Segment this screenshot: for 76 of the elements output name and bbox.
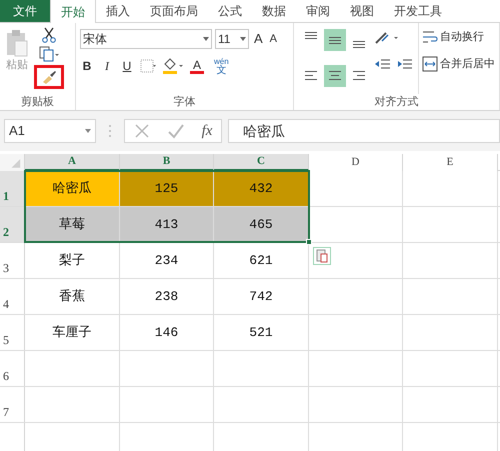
- table-cell: 146: [120, 315, 214, 350]
- wrap-text-button[interactable]: 自动换行: [422, 29, 495, 46]
- table-cell: 香蕉: [25, 279, 120, 314]
- clipboard-icon: [5, 29, 29, 57]
- align-center-button[interactable]: [324, 64, 346, 86]
- row-header[interactable]: 2: [0, 207, 25, 242]
- row-header[interactable]: 4: [0, 279, 25, 314]
- ribbon-tab[interactable]: 审阅: [296, 0, 340, 22]
- shrink-font-button[interactable]: A: [268, 30, 280, 48]
- formula-field[interactable]: 哈密瓜: [228, 119, 500, 143]
- paintbrush-icon: [41, 70, 57, 84]
- indent-icon: [374, 57, 414, 71]
- dropdown-arrow-icon: [203, 37, 209, 41]
- select-all-corner-icon: [0, 154, 25, 171]
- row-header[interactable]: 1: [0, 171, 25, 206]
- cancel-icon: [134, 123, 150, 139]
- orientation-icon: [374, 31, 400, 45]
- merge-cells-icon: [422, 56, 438, 72]
- name-box[interactable]: A1: [4, 119, 96, 143]
- column-header[interactable]: B: [120, 154, 214, 171]
- table-cell: 草莓: [25, 207, 120, 242]
- grow-font-button[interactable]: A: [252, 29, 265, 49]
- table-cell: 梨子: [25, 243, 120, 278]
- dropdown-arrow-icon: [85, 129, 91, 133]
- font-size-field[interactable]: 11: [215, 29, 249, 49]
- bold-button[interactable]: B: [80, 57, 94, 75]
- border-icon: [140, 59, 156, 73]
- alignment-icon: [305, 71, 317, 80]
- merge-center-button[interactable]: 合并后居中: [422, 56, 495, 72]
- italic-button[interactable]: I: [100, 57, 114, 75]
- alignment-icon: [305, 32, 317, 39]
- ribbon-tab[interactable]: 开发工具: [384, 0, 452, 22]
- alignment-icon: [329, 36, 341, 44]
- fill-handle[interactable]: [306, 239, 312, 245]
- table-cell: 432: [214, 171, 309, 206]
- scissors-icon: [41, 27, 57, 43]
- format-painter-button[interactable]: [34, 65, 64, 89]
- table-cell: 465: [214, 207, 309, 242]
- dropdown-arrow-icon: [240, 37, 246, 41]
- table-cell: 234: [120, 243, 214, 278]
- copy-icon: [39, 46, 59, 62]
- ribbon-tab[interactable]: 页面布局: [140, 0, 208, 22]
- grip-icon: [108, 124, 112, 138]
- table-cell: 125: [120, 171, 214, 206]
- ribbon-tab[interactable]: 视图: [340, 0, 384, 22]
- paste-options-icon: [313, 247, 331, 265]
- ribbon-tab[interactable]: 公式: [208, 0, 252, 22]
- underline-button[interactable]: U: [120, 57, 134, 75]
- group-label: 字体: [172, 94, 196, 110]
- column-header[interactable]: A: [25, 154, 120, 171]
- table-cell: 742: [214, 279, 309, 314]
- font-name-field[interactable]: 宋体: [80, 29, 212, 49]
- wrap-text-icon: [422, 29, 438, 46]
- column-header[interactable]: E: [403, 154, 498, 171]
- table-cell: 238: [120, 279, 214, 314]
- group-label: 对齐方式: [374, 94, 420, 110]
- table-cell: 哈密瓜: [25, 171, 120, 206]
- column-header[interactable]: C: [214, 154, 309, 171]
- font-color-button[interactable]: A: [190, 58, 204, 74]
- group-label: 剪贴板: [20, 94, 55, 110]
- phonetic-guide-button[interactable]: wén 文: [214, 57, 229, 75]
- align-middle-button[interactable]: [324, 29, 346, 51]
- fill-bucket-icon: [162, 58, 184, 74]
- check-icon: [166, 123, 185, 139]
- insert-function-button[interactable]: fx: [202, 120, 212, 142]
- alignment-icon: [329, 71, 341, 80]
- alignment-icon: [353, 41, 365, 48]
- file-tab[interactable]: 文件: [0, 0, 50, 22]
- table-cell: 413: [120, 207, 214, 242]
- ribbon-tab[interactable]: 数据: [252, 0, 296, 22]
- alignment-icon: [353, 71, 365, 80]
- column-header[interactable]: D: [309, 154, 403, 171]
- table-cell: 车厘子: [25, 315, 120, 350]
- table-cell: 521: [214, 315, 309, 350]
- ribbon-tab[interactable]: 插入: [96, 0, 140, 22]
- ribbon-tab[interactable]: 开始: [50, 0, 96, 23]
